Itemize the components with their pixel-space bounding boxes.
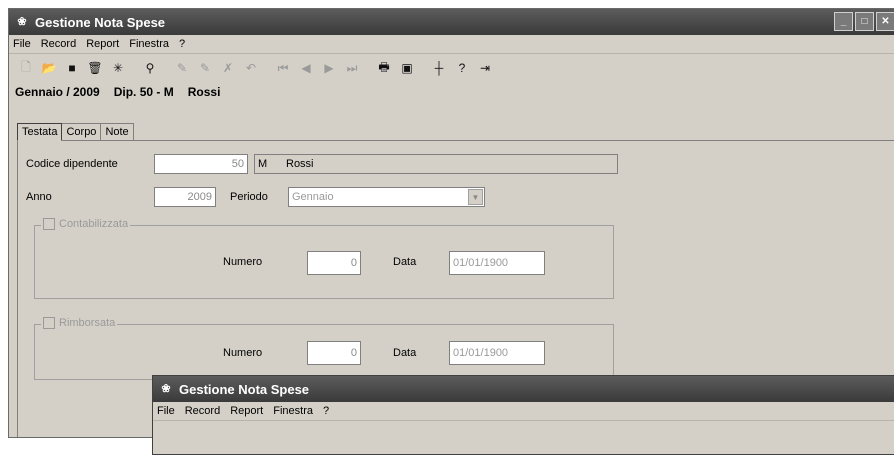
menu-finestra[interactable]: Finestra [273,405,313,417]
chevron-down-icon[interactable]: ▼ [468,189,483,205]
main-window: ❀ Gestione Nota Spese _ □ ✕ File Record … [8,8,894,438]
second-window: ❀ Gestione Nota Spese File Record Report… [152,375,894,455]
tab-testata[interactable]: Testata [17,123,63,141]
asterisk-icon[interactable]: ✳ [107,57,129,79]
menu-report[interactable]: Report [86,38,119,50]
delete-icon[interactable]: 🗑 [84,57,106,79]
window-title: Gestione Nota Spese [35,14,166,30]
menu-help[interactable]: ? [179,38,185,50]
employee-code: M [258,158,268,170]
menu-help[interactable]: ? [323,405,329,417]
binoculars-icon[interactable]: ⚲ [139,57,161,79]
numero-label: Numero [223,347,263,359]
rimborsata-group: Rimborsata Numero 0 Data 01/01/1900 [34,317,614,380]
numero-input[interactable]: 0 [307,251,361,275]
codice-input[interactable]: 50 [154,154,248,174]
monitor-icon[interactable]: ▣ [396,57,418,79]
periodo-label: Periodo [230,191,268,203]
menu-bar: File Record Report Finestra ? [153,402,894,421]
save-icon[interactable]: ■ [61,57,83,79]
exit-icon[interactable]: ⇥ [474,57,496,79]
maximize-button[interactable]: □ [855,12,874,31]
header-name: Rossi [187,85,221,99]
help-icon[interactable]: ? [451,57,473,79]
data-label: Data [393,256,417,268]
edit-4-icon[interactable]: ↶ [240,57,262,79]
tab-note[interactable]: Note [100,123,134,141]
tab-strip: Testata Corpo Note [17,123,134,141]
toolbar: 🗋 📂 ■ 🗑 ✳ ⚲ ✎ ✎ ✗ ↶ ⏮ ◀ ▶ ⏭ 🖶 ▣ ┼ ? ⇥ [9,54,894,82]
new-file-icon[interactable]: 🗋 [15,57,37,79]
record-header: Gennaio / 2009 Dip. 50 - M Rossi [9,82,894,102]
anno-label: Anno [26,191,52,203]
window-title: Gestione Nota Spese [179,381,310,397]
contabilizzata-group: Contabilizzata Numero 0 Data 01/01/1900 [34,218,614,299]
data-input[interactable]: 01/01/1900 [449,251,545,275]
header-dept: Dip. 50 - M [113,85,174,99]
codice-label: Codice dipendente [26,158,118,170]
edit-icon[interactable]: ✎ [171,57,193,79]
periodo-select[interactable]: Gennaio ▼ [288,187,485,207]
title-bar[interactable]: ❀ Gestione Nota Spese [153,376,894,402]
minimize-button[interactable]: _ [834,12,853,31]
anno-input[interactable]: 2009 [154,187,216,207]
data-input[interactable]: 01/01/1900 [449,341,545,365]
next-record-icon[interactable]: ▶ [318,57,340,79]
menu-report[interactable]: Report [230,405,263,417]
menu-bar: File Record Report Finestra ? [9,35,894,54]
last-record-icon[interactable]: ⏭ [341,57,363,79]
tab-corpo[interactable]: Corpo [61,123,102,141]
header-period: Gennaio / 2009 [15,85,100,99]
menu-record[interactable]: Record [41,38,76,50]
numero-label: Numero [223,256,263,268]
print-icon[interactable]: 🖶 [373,57,395,79]
menu-record[interactable]: Record [185,405,220,417]
rimborsata-title: Rimborsata [59,317,116,329]
title-bar[interactable]: ❀ Gestione Nota Spese _ □ ✕ [9,9,894,35]
periodo-value: Gennaio [292,191,334,203]
app-icon: ❀ [161,382,171,395]
contabilizzata-title: Contabilizzata [59,218,129,230]
edit-2-icon[interactable]: ✎ [194,57,216,79]
employee-display: M Rossi [254,154,618,174]
contabilizzata-checkbox[interactable] [43,218,55,230]
prev-record-icon[interactable]: ◀ [295,57,317,79]
crosshair-icon[interactable]: ┼ [428,57,450,79]
first-record-icon[interactable]: ⏮ [272,57,294,79]
numero-input[interactable]: 0 [307,341,361,365]
menu-finestra[interactable]: Finestra [129,38,169,50]
rimborsata-checkbox[interactable] [43,317,55,329]
close-button[interactable]: ✕ [876,12,894,31]
menu-file[interactable]: File [13,38,31,50]
menu-file[interactable]: File [157,405,175,417]
edit-3-icon[interactable]: ✗ [217,57,239,79]
data-label: Data [393,347,417,359]
open-folder-icon[interactable]: 📂 [38,57,60,79]
app-icon: ❀ [17,15,27,28]
employee-name: Rossi [286,158,314,170]
